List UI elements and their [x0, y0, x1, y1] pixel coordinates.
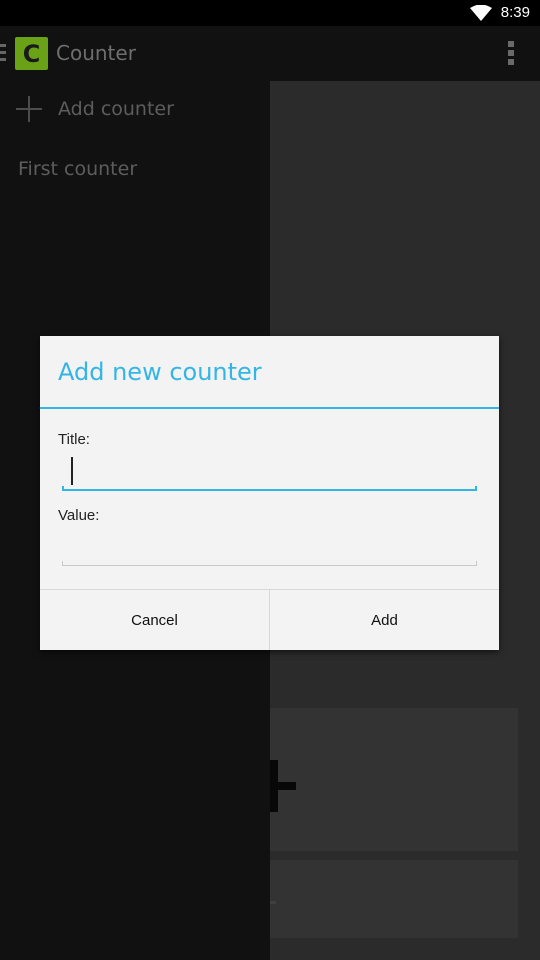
action-bar: C Counter [0, 26, 540, 81]
dialog-title-divider [40, 407, 499, 409]
title-input-underline [62, 486, 477, 491]
app-title: Counter [56, 41, 136, 65]
status-bar: 8:39 [0, 0, 540, 26]
text-cursor [71, 457, 73, 485]
add-counter-label: Add counter [58, 98, 174, 120]
add-button[interactable]: Add [270, 590, 499, 650]
value-field-label: Value: [58, 507, 100, 524]
dialog-title: Add new counter [58, 358, 262, 386]
cancel-button[interactable]: Cancel [40, 590, 269, 650]
counter-card [270, 708, 518, 851]
wifi-icon [470, 5, 492, 21]
drawer-indicator-icon[interactable] [0, 44, 6, 64]
app-logo-icon[interactable]: C [15, 37, 48, 70]
status-time: 8:39 [500, 4, 530, 21]
app-logo-letter: C [22, 39, 41, 68]
add-counter-dialog: Add new counter Title: Value: Cancel Add [40, 336, 499, 650]
drawer-item-first-counter[interactable]: First counter [0, 143, 270, 199]
overflow-menu-icon[interactable] [508, 41, 514, 68]
counter-card-lower [270, 860, 518, 938]
value-input-underline [62, 561, 477, 566]
plus-icon [16, 96, 42, 122]
add-counter-button[interactable]: Add counter [0, 81, 270, 139]
drawer-item-label: First counter [18, 158, 138, 180]
title-input[interactable] [62, 452, 477, 490]
value-input[interactable] [62, 528, 477, 566]
title-field-label: Title: [58, 431, 90, 448]
